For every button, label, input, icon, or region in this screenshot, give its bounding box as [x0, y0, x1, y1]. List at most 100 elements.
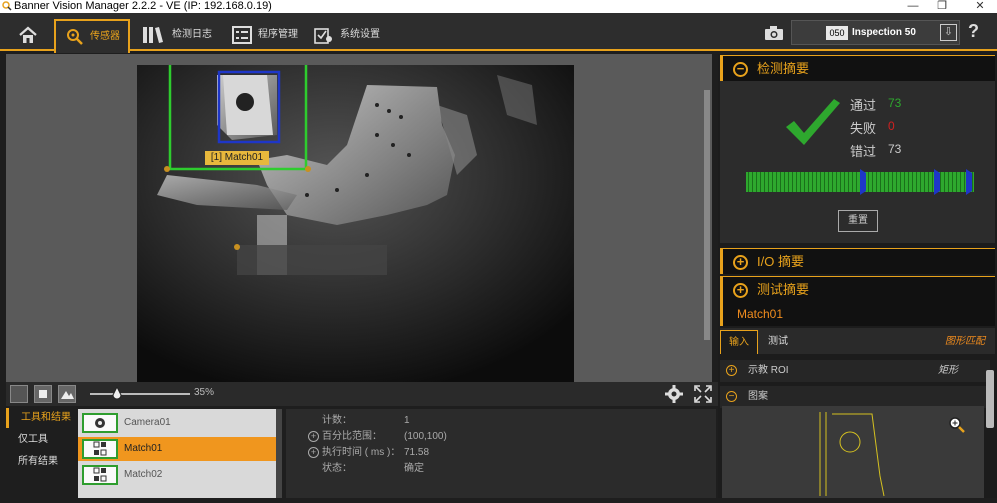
expand-icon[interactable]: + [308, 431, 319, 442]
tab-tools-only[interactable]: 仅工具 [6, 430, 76, 450]
image-area: [1] Match01 [6, 54, 712, 382]
inspection-summary-body: 通过 73 失败 0 错过 73 重置 [720, 81, 995, 243]
main-toolbar: 传感器 检测日志 程序管理 系统设置 050 Inspection 50 ⇩ ? [0, 13, 997, 53]
tab-sensor-label: 传感器 [90, 31, 120, 42]
match-tool-icon [82, 465, 118, 485]
gear-icon[interactable] [665, 385, 683, 403]
camera-capture-icon[interactable] [764, 25, 784, 41]
restore-button[interactable]: ❐ [922, 0, 962, 13]
test-summary-title: 测试摘要 [757, 282, 810, 297]
results-filter-tabs: 工具和结果 仅工具 所有结果 [6, 406, 76, 498]
download-icon[interactable]: ⇩ [940, 24, 957, 41]
detail-key: 执行时间 ( ms )： [322, 447, 401, 458]
sensor-search-icon [67, 29, 83, 45]
zoom-slider[interactable] [90, 393, 190, 395]
tab-all-results[interactable]: 所有结果 [6, 452, 76, 472]
miss-label: 错过 [850, 144, 877, 159]
detail-row-status: 状态： 确定 [286, 461, 716, 477]
pass-checkmark-icon [786, 99, 840, 145]
io-summary-title: I/O 摘要 [757, 254, 804, 269]
roi-label: [1] Match01 [210, 152, 264, 163]
detail-row-percent-range[interactable]: + 百分比范围： (100,100) [286, 429, 716, 445]
overlay-toggle-icon[interactable] [10, 385, 28, 403]
tab-program-manager-label: 程序管理 [258, 29, 298, 40]
inspection-number: 050 [826, 26, 848, 40]
right-panel-scrollbar[interactable] [986, 370, 994, 428]
tool-list-scrollbar[interactable] [276, 409, 282, 498]
tool-item-match02[interactable]: Match02 [78, 463, 276, 487]
expand-icon[interactable]: + [733, 283, 748, 298]
program-list-icon [232, 26, 252, 44]
inspection-name: Inspection 50 [852, 27, 916, 38]
pass-label: 通过 [850, 98, 877, 113]
tab-test[interactable]: 测试 [768, 330, 788, 354]
help-button[interactable]: ? [968, 21, 979, 42]
tab-system-settings-label: 系统设置 [340, 29, 380, 40]
detail-key: 状态： [322, 463, 352, 474]
tool-name-header: Match01 [720, 302, 995, 326]
image-icon[interactable] [58, 385, 76, 403]
pass-value: 73 [888, 96, 902, 110]
tool-item-camera01[interactable]: Camera01 [78, 411, 276, 435]
expand-icon[interactable]: + [726, 365, 737, 376]
reset-button[interactable]: 重置 [838, 210, 878, 232]
fail-label: 失败 [850, 121, 877, 136]
tab-input[interactable]: 输入 [720, 330, 758, 354]
fullscreen-icon[interactable] [694, 385, 712, 403]
expand-icon[interactable]: + [733, 255, 748, 270]
tool-item-label: Match02 [124, 469, 163, 480]
home-button[interactable] [6, 19, 50, 51]
section-teach-roi[interactable]: + 示教 ROI 矩形 [720, 360, 990, 382]
image-toolbar: 35% [6, 382, 718, 406]
tab-program-manager[interactable]: 程序管理 [232, 19, 298, 51]
detail-value: 71.58 [404, 447, 430, 458]
detail-key: 计数： [322, 415, 352, 426]
fit-view-icon[interactable] [34, 385, 52, 403]
expand-icon[interactable]: + [308, 447, 319, 458]
detail-key: 百分比范围： [322, 431, 382, 442]
detail-value: (100,100) [404, 431, 447, 442]
miss-value: 73 [888, 142, 902, 156]
right-panel: − 检测摘要 通过 73 失败 0 错过 73 重置 + I/O 摘要 + 测试… [718, 54, 997, 498]
window-title-bar: Banner Vision Manager 2.2.2 - VE (IP: 19… [0, 0, 997, 13]
inspection-summary-title: 检测摘要 [757, 61, 810, 76]
zoom-slider-knob[interactable] [112, 387, 122, 401]
tab-inspection-log[interactable]: 检测日志 [142, 19, 212, 51]
pattern-outline [819, 412, 885, 497]
tab-tools-and-results[interactable]: 工具和结果 [6, 408, 76, 428]
tool-type-label: 图形匹配 [945, 336, 985, 347]
detail-row-exec-time[interactable]: + 执行时间 ( ms )： 71.58 [286, 445, 716, 461]
tab-system-settings[interactable]: 系统设置 [314, 19, 380, 51]
detail-value: 确定 [404, 463, 424, 474]
section-pattern[interactable]: − 图案 [720, 386, 990, 408]
collapse-icon[interactable]: − [726, 391, 737, 402]
detail-row-count: 计数： 1 [286, 413, 716, 429]
section-label: 图案 [748, 391, 768, 402]
match-tool-icon [82, 439, 118, 459]
zoom-in-icon[interactable] [948, 416, 966, 434]
camera-image [137, 65, 574, 382]
image-scrollbar[interactable] [704, 90, 710, 340]
inspection-selector[interactable]: 050 Inspection 50 ⇩ [791, 20, 960, 45]
camera-tool-icon [82, 413, 118, 433]
zoom-value: 35% [194, 387, 215, 398]
system-settings-icon [314, 28, 332, 44]
log-books-icon [143, 27, 163, 43]
tool-item-match01[interactable]: Match01 [78, 437, 276, 461]
camera-image-viewer[interactable]: [1] Match01 [137, 65, 574, 382]
fail-value: 0 [888, 119, 895, 133]
window-title: Banner Vision Manager 2.2.2 - VE (IP: 19… [14, 0, 272, 12]
tab-sensor[interactable]: 传感器 [54, 19, 130, 53]
collapse-icon[interactable]: − [733, 62, 748, 77]
tab-inspection-log-label: 检测日志 [172, 29, 212, 40]
history-bar [746, 169, 974, 195]
test-summary-header[interactable]: + 测试摘要 [720, 276, 995, 302]
tool-item-label: Camera01 [124, 417, 171, 428]
io-summary-header[interactable]: + I/O 摘要 [720, 248, 995, 274]
app-logo-icon [2, 1, 12, 11]
home-icon [19, 26, 37, 43]
tool-list: Camera01 Match01 Match02 [78, 409, 276, 498]
inspection-summary-header[interactable]: − 检测摘要 [720, 55, 995, 81]
tool-item-label: Match01 [124, 443, 163, 454]
close-button[interactable]: ✕ [960, 0, 997, 13]
